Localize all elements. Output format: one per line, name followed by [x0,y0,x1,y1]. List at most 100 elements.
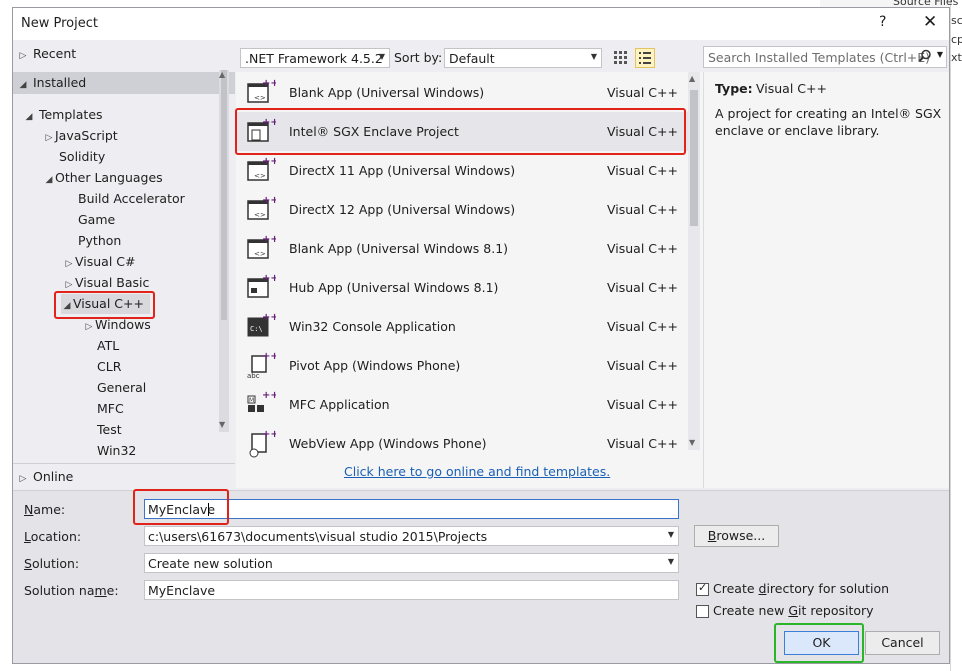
template-list: <> ++ Blank App (Universal Windows) Visual … [236,72,688,458]
expand-icon[interactable]: ▷ [63,254,75,274]
online-templates-link[interactable]: Click here to go online and find templat… [344,464,610,479]
template-language: Visual C++ [607,358,678,373]
browse-button[interactable]: Browse... [694,525,779,547]
svg-text:++: ++ [262,78,276,89]
template-item[interactable]: M ++ MFC Application Visual C++ [236,385,688,424]
tree-node-general[interactable]: General [97,378,146,398]
template-item[interactable]: ++ Intel® SGX Enclave Project Visual C++ [236,112,688,151]
directx-app-icon: <> ++ [246,195,279,223]
tree-node-build-accelerator[interactable]: Build Accelerator [78,189,185,209]
framework-select[interactable]: .NET Framework 4.5.2 ▼ [240,48,390,68]
checkmark-icon: ✓ [698,581,708,594]
svg-text:<>: <> [254,172,266,180]
template-item[interactable]: C:\ ++ Win32 Console Application Visual C++ [236,307,688,346]
svg-text:<>: <> [254,94,266,102]
svg-text:M: M [249,397,254,404]
solution-select[interactable]: Create new solution ▼ [144,553,679,573]
template-language: Visual C++ [607,124,678,139]
template-language: Visual C++ [607,319,678,334]
template-name: WebView App (Windows Phone) [289,436,487,451]
template-item[interactable]: ++ Hub App (Universal Windows 8.1) Visual … [236,268,688,307]
svg-text:C:\: C:\ [250,325,263,333]
sgx-enclave-icon: ++ [246,117,279,145]
mfc-app-icon: M ++ [246,390,279,418]
template-item[interactable]: abc ++ Pivot App (Windows Phone) Visual C++ [236,346,688,385]
search-dropdown-icon[interactable]: ▼ [937,50,943,59]
expand-icon[interactable]: ▷ [17,469,29,489]
background-window [950,0,962,671]
svg-text:++: ++ [262,273,276,284]
collapse-icon[interactable]: ◢ [43,170,55,190]
solution-label: Solution: [24,556,80,571]
svg-text:++: ++ [262,390,276,401]
pivot-app-icon: abc ++ [246,351,279,380]
tree-node-recent[interactable]: ▷ Recent [17,44,77,66]
collapse-icon[interactable]: ◢ [61,296,73,316]
background-text: cp [951,33,962,46]
tree-node-python[interactable]: Python [78,231,121,251]
template-name: MFC Application [289,397,390,412]
tree-node-javascript[interactable]: ▷ JavaScript [43,126,118,146]
tree-node-clr[interactable]: CLR [97,357,121,377]
tree-node-installed[interactable]: ◢ Installed [17,73,87,95]
scroll-down-icon[interactable]: ▼ [219,420,225,429]
template-item[interactable]: ++ WebView App (Windows Phone) Visual C++ [236,424,688,463]
template-name: DirectX 11 App (Universal Windows) [289,163,516,178]
sort-select[interactable]: Default ▼ [444,48,602,68]
template-name: Pivot App (Windows Phone) [289,358,461,373]
svg-text:<>: <> [254,250,266,258]
cancel-button[interactable]: Cancel [865,631,940,655]
tree-node-visual-cpp[interactable]: ◢ Visual C++ [61,294,150,314]
new-project-dialog: New Project ? ✕ ▷ Recent ◢ Installed ◢ T… [12,7,950,664]
template-item[interactable]: <> ++ DirectX 12 App (Universal Windows) Vi… [236,190,688,229]
expand-icon[interactable]: ▷ [17,46,29,66]
tree-node-templates[interactable]: ◢ Templates [23,105,103,125]
template-list-scrollbar-thumb[interactable] [690,90,698,226]
collapse-icon[interactable]: ◢ [17,75,29,95]
console-app-icon: C:\ ++ [246,312,279,340]
tree-node-test[interactable]: Test [97,420,122,440]
create-git-repo-label[interactable]: Create new Git repository [713,603,874,618]
tree-node-solidity[interactable]: Solidity [59,147,105,167]
ok-button[interactable]: OK [784,631,859,655]
location-select[interactable]: c:\users\61673\documents\visual studio 2… [144,526,679,546]
template-item[interactable]: <> ++ Blank App (Universal Windows) Visual … [236,73,688,112]
create-directory-checkbox[interactable]: ✓ [696,581,709,596]
background-text: xt [951,51,962,64]
template-item[interactable]: <> ++ DirectX 11 App (Universal Windows) Vi… [236,151,688,190]
tree-node-mfc[interactable]: MFC [97,399,124,419]
tree-scrollbar-thumb[interactable] [221,70,227,320]
list-view-icon[interactable] [635,48,655,68]
close-button[interactable]: ✕ [923,12,937,32]
tree-node-win32[interactable]: Win32 [97,441,136,461]
expand-icon[interactable]: ▷ [63,275,75,295]
help-button[interactable]: ? [879,14,886,30]
create-directory-label[interactable]: Create directory for solution [713,581,889,596]
template-language: Visual C++ [607,202,678,217]
template-item[interactable]: <> ++ Blank App (Universal Windows 8.1) Vis… [236,229,688,268]
name-input[interactable]: MyEnclave [144,499,679,519]
search-icon[interactable] [918,49,932,66]
svg-text:++: ++ [262,351,276,362]
tree-node-windows[interactable]: ▷ Windows [83,315,151,335]
expand-icon[interactable]: ▷ [83,317,95,337]
template-language: Visual C++ [607,85,678,100]
tree-node-other-languages[interactable]: ◢ Other Languages [43,168,163,188]
blank-app-icon: <> ++ [246,78,279,106]
scroll-up-icon[interactable]: ▲ [219,70,225,79]
scroll-down-icon[interactable]: ▼ [689,438,695,447]
tree-node-game[interactable]: Game [78,210,115,230]
collapse-icon[interactable]: ◢ [23,107,35,127]
grid-view-icon[interactable] [612,49,630,67]
solution-name-input[interactable]: MyEnclave [144,580,679,600]
scroll-up-icon[interactable]: ▲ [689,74,695,83]
expand-icon[interactable]: ▷ [43,128,55,148]
search-input[interactable]: Search Installed Templates (Ctrl+E) ▼ [703,46,947,68]
create-git-repo-checkbox[interactable] [696,605,709,618]
template-name: Win32 Console Application [289,319,456,334]
tree-node-atl[interactable]: ATL [97,336,119,356]
tree-node-visual-csharp[interactable]: ▷ Visual C# [63,252,136,272]
template-language: Visual C++ [607,163,678,178]
tree-node-visual-basic[interactable]: ▷ Visual Basic [63,273,150,295]
tree-node-online[interactable]: ▷ Online [17,467,74,489]
